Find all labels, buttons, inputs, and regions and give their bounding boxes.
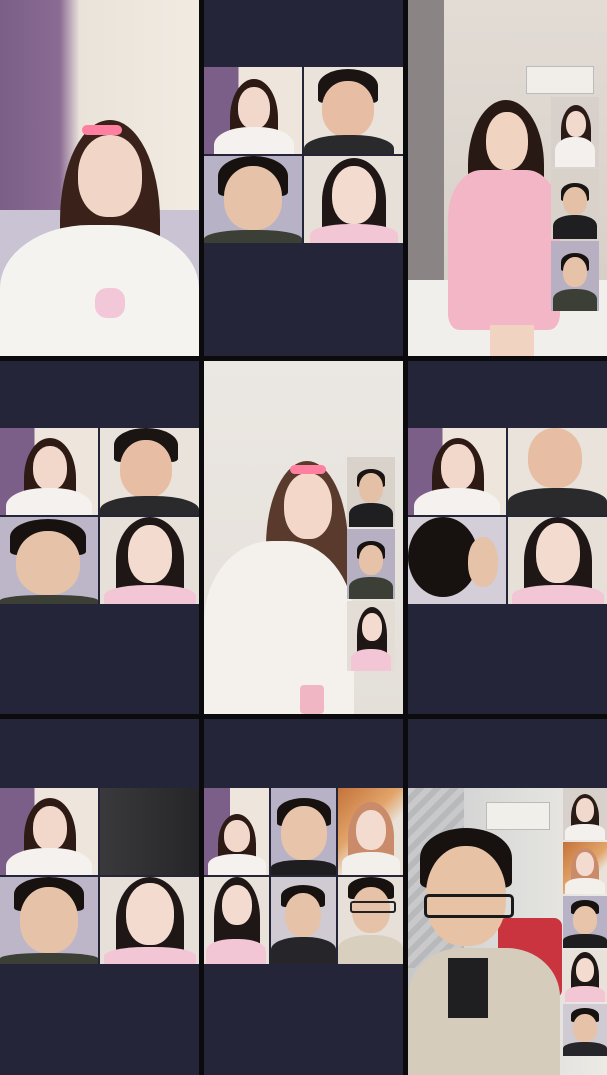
heart-icon bbox=[82, 125, 122, 135]
video-tile bbox=[347, 601, 395, 671]
video-cell-4[interactable] bbox=[0, 361, 199, 714]
video-tile bbox=[100, 428, 199, 515]
video-cell-5[interactable] bbox=[204, 361, 403, 714]
video-tile bbox=[563, 842, 607, 894]
video-tile bbox=[338, 788, 403, 875]
video-tile bbox=[347, 529, 395, 599]
video-tile bbox=[0, 877, 98, 964]
video-tile bbox=[204, 788, 269, 875]
video-cell-9[interactable] bbox=[408, 719, 607, 1075]
video-cell-2[interactable] bbox=[204, 0, 403, 356]
video-tile bbox=[0, 788, 98, 875]
video-cell-6[interactable] bbox=[408, 361, 607, 714]
video-cell-3[interactable] bbox=[408, 0, 607, 356]
video-tile bbox=[563, 950, 607, 1002]
video-tile bbox=[338, 877, 403, 964]
video-tile bbox=[100, 788, 199, 875]
video-cell-8[interactable] bbox=[204, 719, 403, 1075]
video-tile bbox=[204, 156, 302, 243]
video-tile bbox=[0, 517, 98, 604]
video-tile bbox=[304, 156, 403, 243]
video-tile bbox=[0, 428, 98, 515]
video-tile bbox=[204, 67, 302, 154]
video-cell-1[interactable] bbox=[0, 0, 199, 356]
video-tile bbox=[408, 517, 506, 604]
video-tile bbox=[347, 457, 395, 527]
video-tile bbox=[563, 788, 607, 840]
video-tile bbox=[271, 788, 336, 875]
video-tile bbox=[563, 896, 607, 948]
glasses-icon bbox=[424, 894, 514, 918]
video-tile bbox=[508, 517, 607, 604]
heart-icon bbox=[290, 465, 326, 474]
video-tile bbox=[100, 877, 199, 964]
video-tile bbox=[551, 97, 599, 167]
video-tile bbox=[551, 241, 599, 311]
video-tile bbox=[551, 169, 599, 239]
video-tile bbox=[204, 877, 269, 964]
video-tile bbox=[304, 67, 403, 154]
video-cell-7[interactable] bbox=[0, 719, 199, 1075]
video-tile bbox=[100, 517, 199, 604]
video-tile bbox=[0, 0, 199, 356]
video-tile bbox=[271, 877, 336, 964]
video-tile bbox=[563, 1004, 607, 1056]
glasses-icon bbox=[350, 901, 396, 913]
video-tile bbox=[508, 428, 607, 515]
video-tile bbox=[408, 428, 506, 515]
